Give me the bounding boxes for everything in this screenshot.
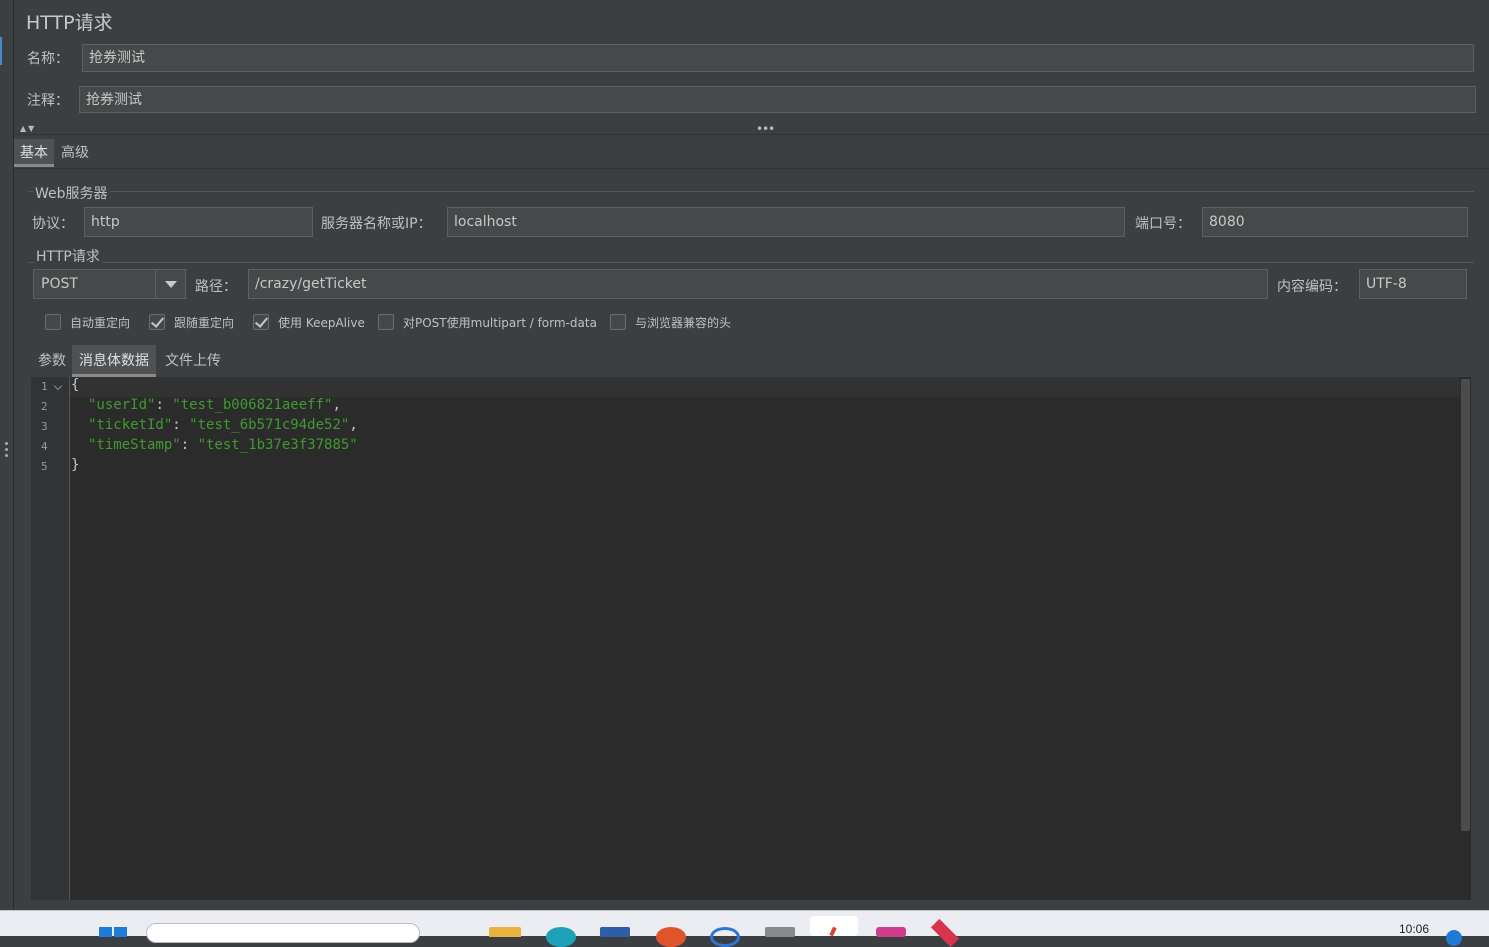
json-colon: : [172,417,190,433]
code-line: "userId": "test_b006821aeeff", [88,397,341,413]
http-request-group-title: HTTP请求 [34,246,102,266]
tab-basic[interactable]: 基本 [14,139,54,167]
line-number: 1 [41,380,48,393]
store-icon[interactable] [600,927,630,937]
json-value: "test_1b37e3f37885" [197,437,358,453]
panel-title: HTTP请求 [26,12,113,34]
tab-file-upload[interactable]: 文件上传 [159,347,227,375]
path-label: 路径： [195,279,237,295]
json-key: "userId" [88,397,156,413]
auto-redirect-checkbox[interactable] [45,314,61,330]
code-line: } [71,457,80,473]
app-pink-icon[interactable] [876,927,906,937]
json-comma: , [349,417,358,433]
body-data-editor[interactable]: 1 2 3 4 5 { "userId": "test_b006821aeeff… [31,377,1471,900]
multipart-checkbox[interactable] [378,314,394,330]
json-colon: : [155,397,173,413]
line-number: 5 [41,460,48,473]
json-value: "test_b006821aeeff" [172,397,333,413]
path-input[interactable]: /crazy/getTicket [248,269,1268,299]
taskbar: 10:06 [0,910,1489,947]
app-red-icon[interactable] [656,927,686,947]
app-diamond-icon[interactable] [930,918,960,947]
line-number: 3 [41,420,48,433]
app-blue-icon[interactable] [710,927,740,947]
encoding-input[interactable]: UTF-8 [1359,269,1467,299]
json-comma: , [332,397,341,413]
auto-redirect-label: 自动重定向 [70,316,131,330]
json-value: "test_6b571c94de52" [189,417,350,433]
taskbar-clock[interactable]: 10:06 [1399,922,1429,936]
comment-input[interactable]: 抢券测试 [79,86,1476,113]
encoding-label: 内容编码： [1277,279,1347,295]
windows-start-icon[interactable] [99,927,129,937]
protocol-input[interactable]: http [84,207,313,237]
http-request-group-border [28,262,1474,263]
line-number: 4 [41,440,48,453]
method-select[interactable]: POST [33,269,186,299]
current-line-highlight [70,377,1460,397]
search-box[interactable] [146,923,420,943]
file-explorer-icon[interactable] [489,927,521,937]
app-gray-icon[interactable] [765,927,795,937]
json-key: "timeStamp" [88,437,181,453]
tab-advanced[interactable]: 高级 [55,139,95,167]
tab-divider [14,168,1489,169]
server-label: 服务器名称或IP： [321,216,432,232]
follow-redirect-label: 跟随重定向 [174,316,235,330]
notification-icon[interactable] [1446,930,1462,946]
server-input[interactable]: localhost [447,207,1125,237]
json-colon: : [180,437,198,453]
edge-browser-icon[interactable] [546,927,576,947]
jmeter-active-icon[interactable] [810,916,858,937]
splitter[interactable]: ▲▼ ••• [14,122,1489,136]
method-value: POST [41,276,78,292]
browser-headers-label: 与浏览器兼容的头 [635,316,732,330]
web-server-group-border [28,191,1474,192]
name-input[interactable]: 抢券测试 [82,44,1474,72]
fold-chevron-icon[interactable] [53,381,63,391]
name-label: 名称： [27,51,69,67]
line-number: 2 [41,400,48,413]
collapse-arrows-icon[interactable]: ▲▼ [20,124,36,133]
protocol-label: 协议： [32,216,74,232]
tab-parameters[interactable]: 参数 [32,347,72,375]
browser-headers-checkbox[interactable] [610,314,626,330]
port-input[interactable]: 8080 [1202,207,1468,237]
comment-label: 注释： [27,93,69,109]
splitter-grip-icon[interactable]: ••• [756,122,775,136]
code-line: { [71,377,80,393]
code-line: "timeStamp": "test_1b37e3f37885" [88,437,358,453]
multipart-label: 对POST使用multipart / form-data [403,316,597,330]
port-label: 端口号： [1135,216,1191,232]
chevron-down-icon[interactable] [155,270,185,298]
json-key: "ticketId" [88,417,173,433]
vertical-scrollbar[interactable] [1461,379,1470,831]
keepalive-label: 使用 KeepAlive [278,316,365,330]
code-line: "ticketId": "test_6b571c94de52", [88,417,358,433]
line-number-gutter: 1 2 3 4 5 [31,377,70,900]
keepalive-checkbox[interactable] [253,314,269,330]
drag-handle-icon[interactable] [4,442,10,462]
web-server-group-title: Web服务器 [33,183,110,203]
follow-redirect-checkbox[interactable] [149,314,165,330]
tab-body-data[interactable]: 消息体数据 [72,345,156,377]
selection-marker [0,37,2,65]
